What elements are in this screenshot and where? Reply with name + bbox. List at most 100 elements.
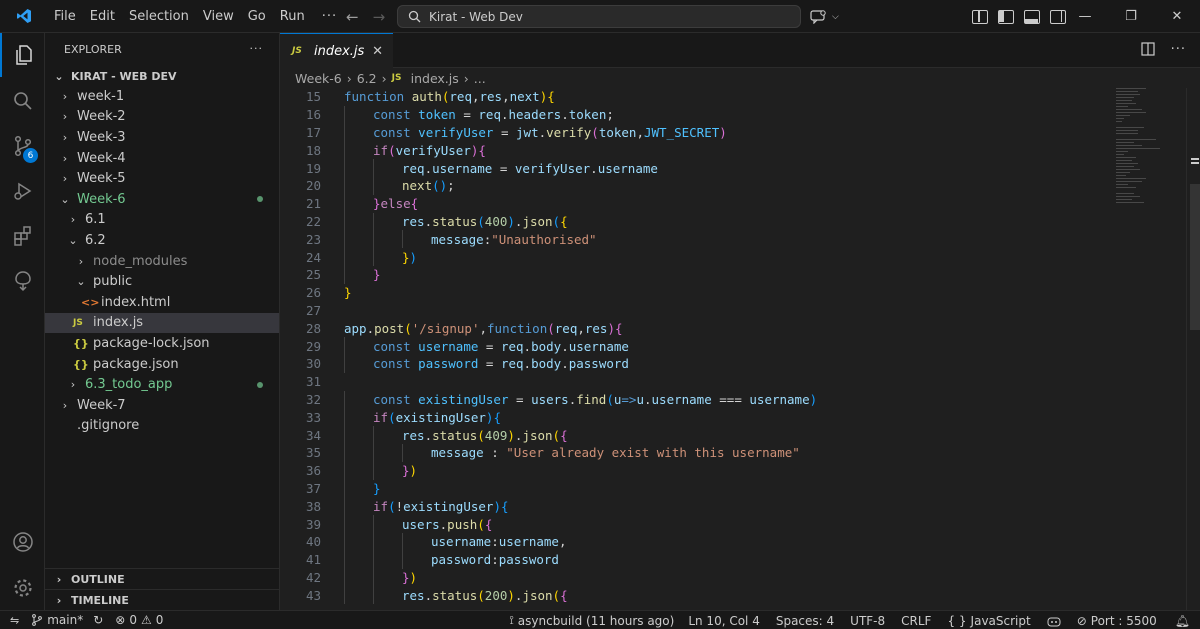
sidebar-title: EXPLORER [64, 43, 122, 56]
command-center-search[interactable]: Kirat - Web Dev [397, 5, 801, 28]
source-control-icon[interactable]: 6 [0, 124, 45, 168]
menu-view[interactable]: View [196, 0, 241, 33]
line-number: 37 [305, 480, 321, 496]
chevron-right-icon: › [62, 151, 68, 165]
error-icon: ⊗ [115, 613, 126, 627]
notifications-bell-icon[interactable]: 🔔︎ [1165, 614, 1200, 628]
toggle-panel-icon[interactable] [1024, 9, 1040, 24]
remote-explorer-icon[interactable] [0, 259, 45, 303]
problems-indicator[interactable]: ⊗ 0 ⚠ 0 [109, 613, 169, 627]
tree-folder[interactable]: › week-1 [45, 86, 279, 107]
outline-section[interactable]: › OUTLINE [45, 568, 280, 589]
port-label: Port : 5500 [1090, 613, 1157, 628]
minimap[interactable] [1116, 88, 1186, 203]
code-line: 38 if(!existingUser){ [280, 497, 1200, 516]
close-icon[interactable]: ✕ [1154, 0, 1200, 33]
tab-index-js[interactable]: JS index.js ✕ [280, 33, 393, 68]
code-line: 30 const password = req.body.password [280, 354, 1200, 373]
tree-folder[interactable]: › Week-4 [45, 148, 279, 169]
modified-dot-icon [257, 381, 263, 388]
explorer-files-icon[interactable] [0, 33, 45, 77]
back-arrow-icon[interactable]: ← [346, 8, 359, 26]
code-line: 32 const existingUser = users.find(u=>u.u… [280, 390, 1200, 409]
more-actions-icon[interactable]: ··· [1171, 42, 1186, 57]
minimap-line [1116, 187, 1136, 188]
encoding[interactable]: UTF-8 [842, 614, 893, 628]
minimize-icon[interactable]: — [1062, 0, 1108, 33]
tree-file[interactable]: .gitignore [45, 416, 279, 437]
chevron-down-icon[interactable]: ⌵ [832, 12, 839, 22]
end-of-line[interactable]: CRLF [893, 614, 939, 628]
tree-item-label: 6.1 [85, 212, 106, 228]
manage-gear-icon[interactable] [0, 566, 45, 610]
tree-folder[interactable]: › 6.3_todo_app [45, 374, 279, 395]
code-editor[interactable]: 15 function auth(req,res,next){16 const to… [280, 88, 1200, 610]
tree-file[interactable]: <> index.html [45, 292, 279, 313]
customize-layout-icon[interactable] [972, 9, 988, 24]
tree-file[interactable]: {} package-lock.json [45, 333, 279, 354]
menu-edit[interactable]: Edit [83, 0, 122, 33]
code-text: }) [402, 463, 418, 479]
chevron-down-icon: ⌄ [68, 233, 78, 247]
run-debug-icon[interactable] [0, 169, 45, 213]
menu-go[interactable]: Go [241, 0, 273, 33]
tree-folder[interactable]: › 6.1 [45, 210, 279, 231]
tree-folder[interactable]: › Week-7 [45, 395, 279, 416]
workspace-root[interactable]: ⌄ KIRAT - WEB DEV [45, 66, 279, 86]
tree-item-label: Week-3 [77, 129, 126, 145]
indentation[interactable]: Spaces: 4 [768, 614, 842, 628]
tree-folder[interactable]: › node_modules [45, 251, 279, 272]
tree-file[interactable]: {} package.json [45, 354, 279, 375]
code-text: next(); [402, 178, 455, 194]
split-editor-icon[interactable] [1140, 42, 1155, 56]
tree-folder[interactable]: › Week-2 [45, 107, 279, 128]
timeline-section[interactable]: › TIMELINE [45, 589, 280, 610]
language-mode[interactable]: { } JavaScript [939, 614, 1038, 628]
indent-guide [344, 337, 345, 355]
line-number: 33 [305, 409, 321, 425]
menu-selection[interactable]: Selection [122, 0, 196, 33]
menu-run[interactable]: Run [273, 0, 312, 33]
breadcrumb-item[interactable]: 6.2 [357, 71, 377, 86]
line-number: 40 [305, 534, 321, 550]
braces-icon: { } [947, 613, 967, 628]
search-icon[interactable] [0, 79, 45, 123]
tree-folder[interactable]: ⌄ Week-6 [45, 189, 279, 210]
tree-file[interactable]: JS index.js [45, 312, 279, 334]
sidebar-more-icon[interactable]: ··· [250, 42, 264, 55]
toggle-primary-sidebar-icon[interactable] [998, 9, 1014, 24]
tree-folder[interactable]: ⌄ 6.2 [45, 230, 279, 251]
code-text: function auth(req,res,next){ [344, 89, 555, 105]
tree-folder[interactable]: › Week-3 [45, 127, 279, 148]
cursor-position[interactable]: Ln 10, Col 4 [680, 614, 768, 628]
tree-folder[interactable]: › Week-5 [45, 168, 279, 189]
close-tab-icon[interactable]: ✕ [372, 44, 383, 59]
menu-file[interactable]: File [47, 0, 83, 33]
minimap-line [1116, 121, 1122, 122]
line-number: 27 [305, 302, 321, 318]
copilot-chat-button[interactable]: ⌵ [810, 6, 852, 27]
copilot-status-icon[interactable] [1039, 615, 1069, 627]
breadcrumb-item[interactable]: index.js [411, 71, 459, 86]
breadcrumb-item[interactable]: ... [474, 71, 486, 86]
account-icon[interactable] [0, 520, 45, 564]
line-number: 23 [305, 231, 321, 247]
editor-actions: ··· [1140, 42, 1186, 57]
remote-indicator[interactable]: ⇋ [0, 614, 25, 627]
line-number: 36 [305, 463, 321, 479]
tree-folder[interactable]: ⌄ public [45, 271, 279, 292]
forward-arrow-icon[interactable]: → [373, 8, 386, 26]
menu-more-icon[interactable]: ··· [312, 9, 347, 24]
minimap-line [1116, 202, 1144, 203]
scroll-thumb[interactable] [1190, 184, 1200, 330]
minimap-line [1116, 148, 1160, 149]
vertical-scrollbar[interactable] [1186, 88, 1200, 610]
code-line: 36}) [280, 461, 1200, 480]
git-graph-status[interactable]: ⟟ asyncbuild (11 hours ago) [503, 613, 680, 628]
sync-icon[interactable]: ↻ [93, 613, 103, 627]
extensions-icon[interactable] [0, 214, 45, 258]
git-branch[interactable]: main* ↻ [25, 613, 109, 627]
breadcrumb-item[interactable]: Week-6 [295, 71, 342, 86]
live-server-port[interactable]: ⊘ Port : 5500 [1069, 614, 1165, 628]
restore-icon[interactable]: ❐ [1108, 0, 1154, 33]
